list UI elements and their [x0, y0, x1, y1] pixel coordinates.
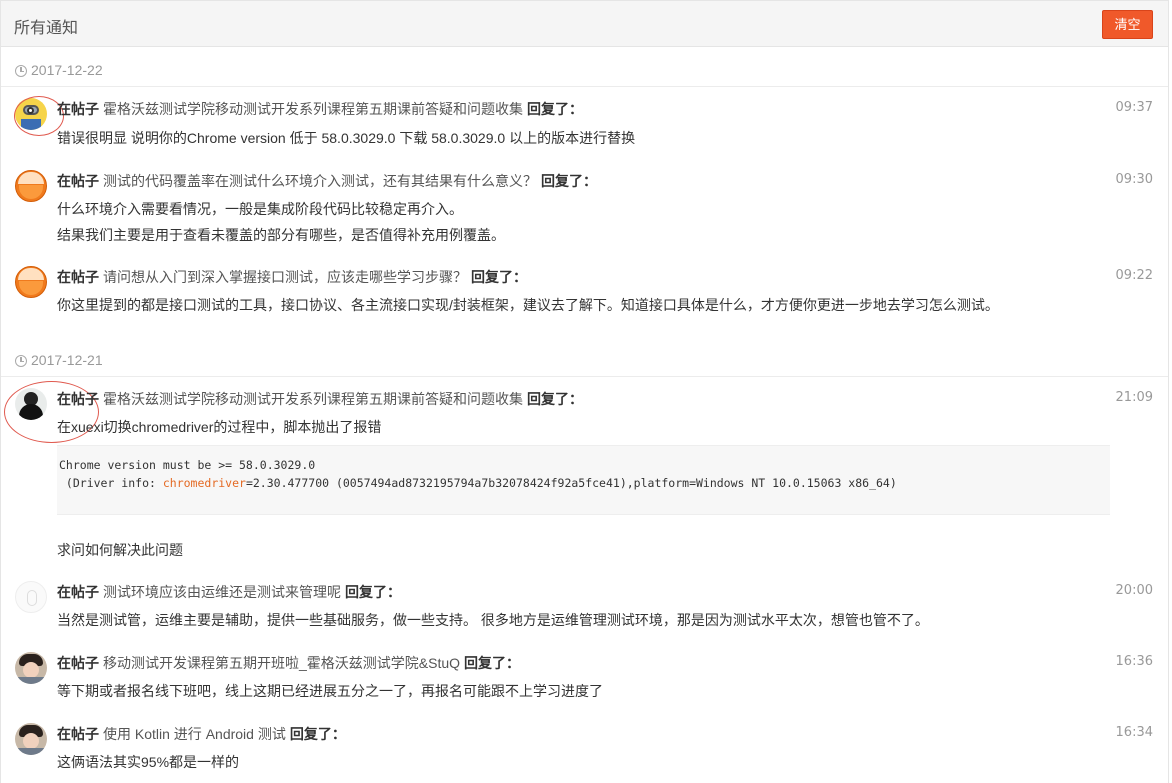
orange-avatar[interactable] — [15, 266, 47, 298]
notification-time: 16:36 — [1115, 654, 1153, 669]
action-label: 回复了： — [527, 101, 583, 117]
where-label: 在帖子 — [57, 173, 99, 189]
where-label: 在帖子 — [57, 391, 99, 407]
where-label: 在帖子 — [57, 101, 99, 117]
blank-avatar[interactable] — [15, 581, 47, 613]
reply-text: 错误很明显 说明你的Chrome version 低于 58.0.3029.0 … — [57, 130, 636, 146]
notification-time: 20:00 — [1115, 583, 1153, 598]
clear-button[interactable]: 清空 — [1102, 10, 1153, 39]
clock-icon — [15, 65, 27, 77]
notification-item: 在帖子 移动测试开发课程第五期开班啦_霍格沃兹测试学院&StuQ 回复了： 16:3… — [1, 646, 1168, 716]
dark-avatar[interactable] — [15, 388, 47, 420]
notification-item: 在帖子 霍格沃兹测试学院移动测试开发系列课程第五期课前答疑和问题收集 回复了： 09… — [1, 91, 1168, 163]
group-date: 2017-12-21 — [31, 352, 103, 368]
action-label: 回复了： — [541, 173, 597, 189]
reply-text: 你这里提到的都是接口测试的工具，接口协议、各主流接口实现/封装框架，建议去了解下… — [57, 297, 999, 313]
panel-header: 所有通知 清空 — [1, 1, 1168, 47]
topic-link[interactable]: 请问想从入门到深入掌握接口测试，应该走哪些学习步骤？ — [103, 269, 467, 285]
notification-time: 21:09 — [1115, 390, 1153, 405]
code-block: Chrome version must be >= 58.0.3029.0 (D… — [57, 445, 1110, 515]
date-group-header: 2017-12-21 — [1, 347, 1168, 377]
code-line: Chrome version must be >= 58.0.3029.0 — [59, 458, 316, 472]
notification-item: 在帖子 测试的代码覆盖率在测试什么环境介入测试，还有其结果有什么意义？ 回复了： 0… — [1, 163, 1168, 259]
notification-time: 16:34 — [1115, 725, 1153, 740]
notification-title: 在帖子 霍格沃兹测试学院移动测试开发系列课程第五期课前答疑和问题收集 回复了： — [57, 99, 583, 119]
where-label: 在帖子 — [57, 655, 99, 671]
notification-time: 09:30 — [1115, 172, 1153, 187]
person-avatar[interactable] — [15, 723, 47, 755]
action-label: 回复了： — [289, 726, 346, 742]
code-line: (Driver info: chromedriver=2.30.477700 (… — [59, 476, 897, 490]
reply-text: 当然是测试管，运维主要是辅助，提供一些基础服务，做一些支持。 很多地方是运维管理… — [57, 612, 929, 628]
page-title: 所有通知 — [14, 20, 79, 37]
action-label: 回复了： — [464, 655, 521, 671]
notification-title: 在帖子 移动测试开发课程第五期开班啦_霍格沃兹测试学院&StuQ 回复了： — [57, 653, 520, 673]
reply-text: 等下期或者报名线下班吧，线上这期已经进展五分之一了，再报名可能跟不上学习进度了 — [57, 683, 603, 699]
where-label: 在帖子 — [57, 269, 99, 285]
topic-link[interactable]: 使用 Kotlin 进行 Android 测试 — [103, 726, 286, 742]
topic-link[interactable]: 霍格沃兹测试学院移动测试开发系列课程第五期课前答疑和问题收集 — [103, 101, 523, 117]
clock-icon — [15, 355, 27, 367]
notification-item: 在帖子 测试环境应该由运维还是测试来管理呢 回复了： 20:00 当然是测试管，运维… — [1, 574, 1168, 644]
where-label: 在帖子 — [57, 726, 99, 742]
date-group-header: 2017-12-22 — [1, 57, 1168, 87]
notification-item: 在帖子 使用 Kotlin 进行 Android 测试 回复了： 16:34 这俩语… — [1, 717, 1168, 783]
group-date: 2017-12-22 — [31, 62, 103, 78]
minion-avatar[interactable] — [15, 98, 47, 130]
action-label: 回复了： — [471, 269, 527, 285]
notification-title: 在帖子 使用 Kotlin 进行 Android 测试 回复了： — [57, 724, 346, 744]
reply-text: 在xuexi切换chromedriver的过程中，脚本抛出了报错 — [57, 419, 382, 435]
topic-link[interactable]: 测试的代码覆盖率在测试什么环境介入测试，还有其结果有什么意义？ — [103, 173, 537, 189]
orange-avatar[interactable] — [15, 170, 47, 202]
notification-title: 在帖子 霍格沃兹测试学院移动测试开发系列课程第五期课前答疑和问题收集 回复了： — [57, 389, 583, 409]
reply-text: 什么环境介入需要看情况，一般是集成阶段代码比较稳定再介入。 — [57, 201, 463, 217]
person-avatar[interactable] — [15, 652, 47, 684]
action-label: 回复了： — [527, 391, 583, 407]
topic-link[interactable]: 霍格沃兹测试学院移动测试开发系列课程第五期课前答疑和问题收集 — [103, 391, 523, 407]
topic-link[interactable]: 测试环境应该由运维还是测试来管理呢 — [103, 584, 341, 600]
notification-time: 09:22 — [1115, 268, 1153, 283]
notifications-panel: 所有通知 清空 2017-12-22 在帖子 霍格沃兹测试学院移动测试开发系列课程… — [0, 0, 1169, 783]
notification-title: 在帖子 测试的代码覆盖率在测试什么环境介入测试，还有其结果有什么意义？ 回复了： — [57, 171, 597, 191]
action-label: 回复了： — [345, 584, 401, 600]
reply-text: 求问如何解决此问题 — [57, 542, 183, 558]
reply-text: 这俩语法其实95%都是一样的 — [57, 754, 240, 770]
notification-item: 在帖子 请问想从入门到深入掌握接口测试，应该走哪些学习步骤？ 回复了： 09:22 … — [1, 259, 1168, 339]
reply-text: 结果我们主要是用于查看未覆盖的部分有哪些，是否值得补充用例覆盖。 — [57, 227, 505, 243]
notification-title: 在帖子 测试环境应该由运维还是测试来管理呢 回复了： — [57, 582, 401, 602]
where-label: 在帖子 — [57, 584, 99, 600]
notification-title: 在帖子 请问想从入门到深入掌握接口测试，应该走哪些学习步骤？ 回复了： — [57, 267, 527, 287]
notification-time: 09:37 — [1115, 100, 1153, 115]
topic-link[interactable]: 移动测试开发课程第五期开班啦_霍格沃兹测试学院&StuQ — [103, 655, 460, 671]
